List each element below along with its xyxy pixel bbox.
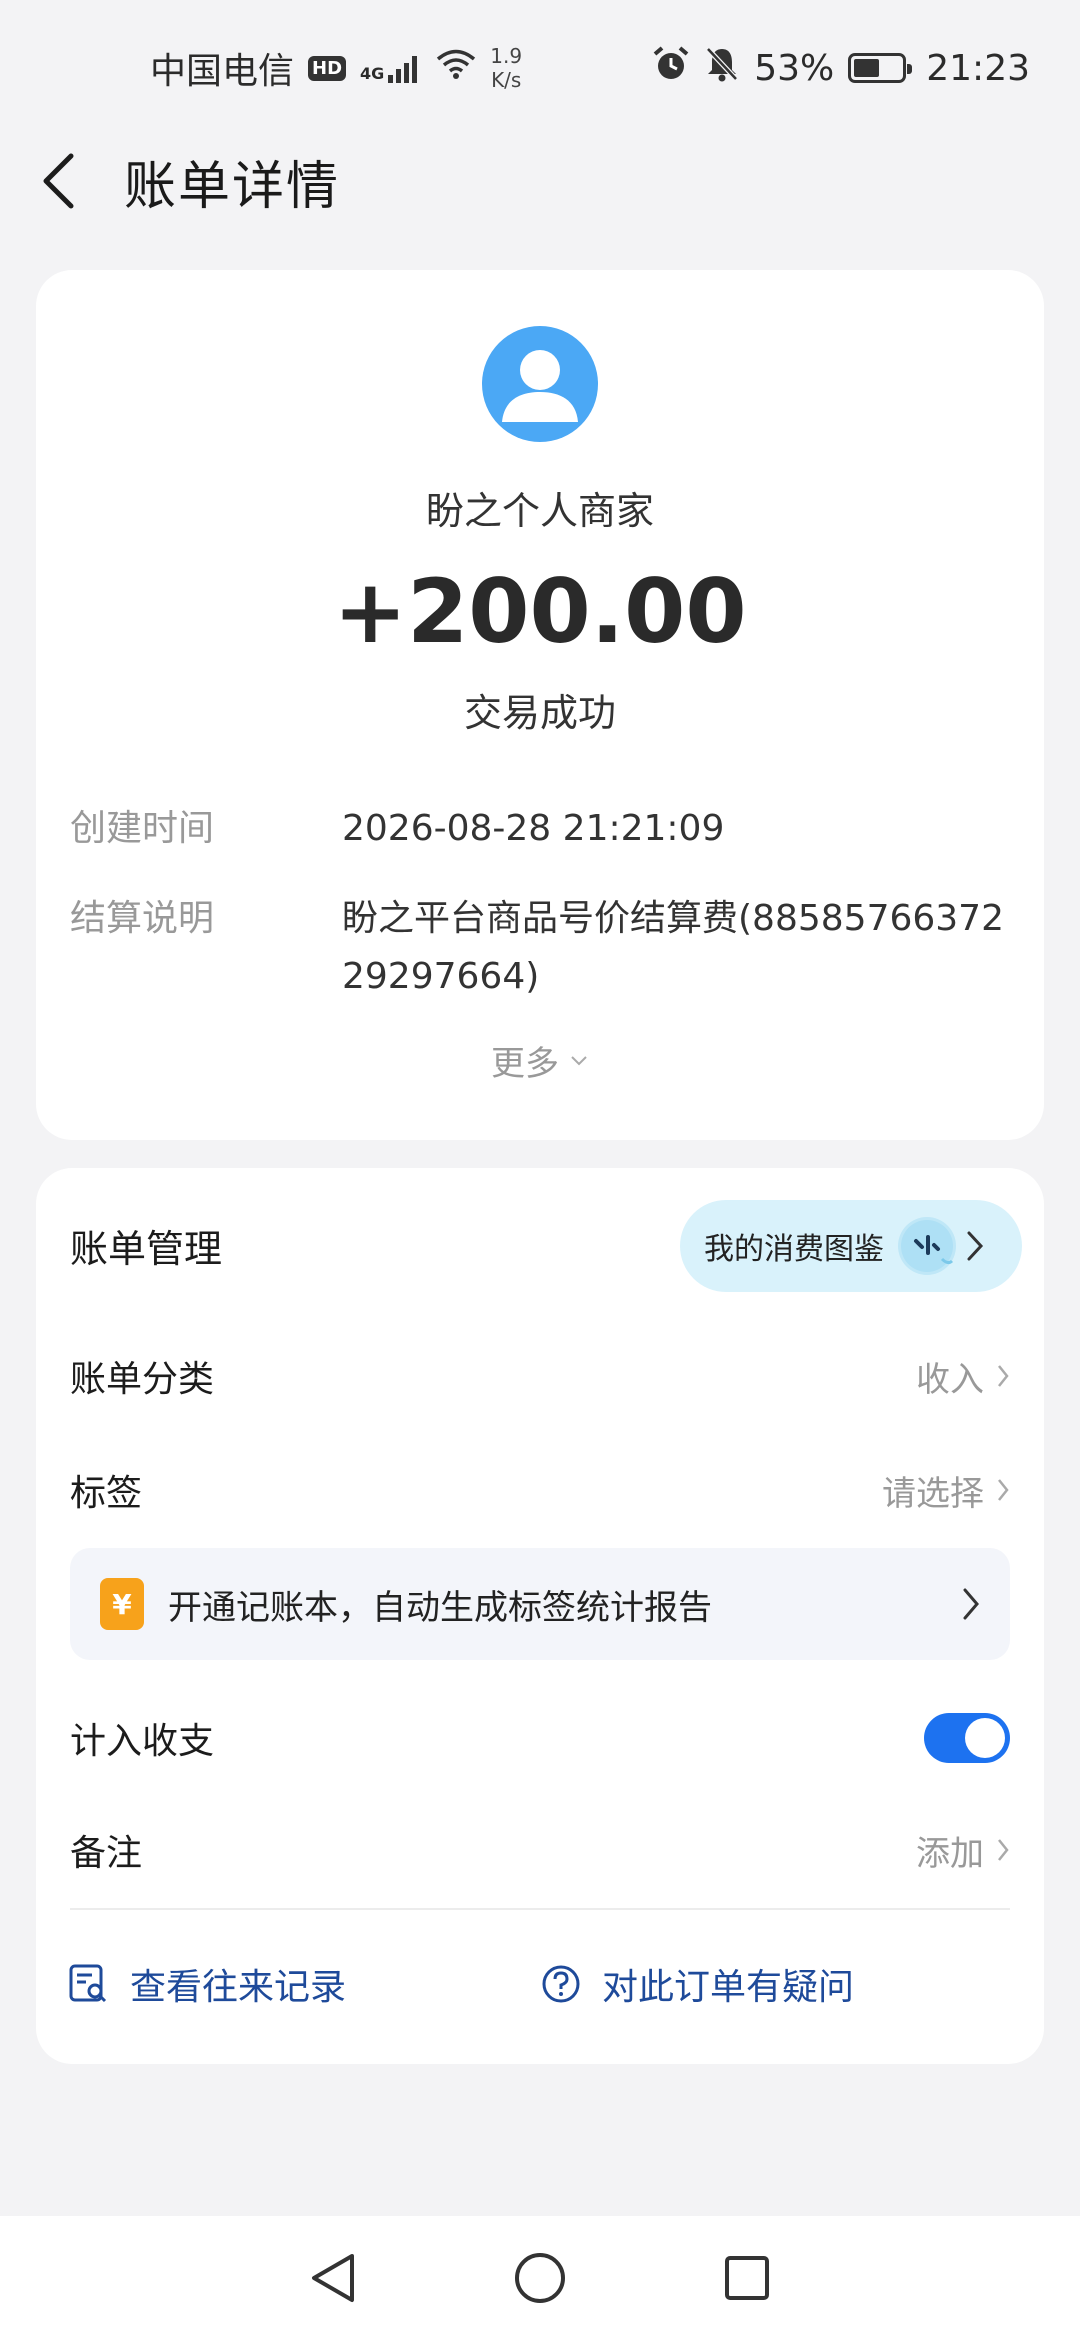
note-value: 添加 xyxy=(916,1833,984,1874)
chevron-right-icon xyxy=(998,1365,1009,1387)
include-in-balance-row: 计入收支 xyxy=(70,1698,1010,1778)
settlement-row: 结算说明 盼之平台商品号价结算费(8858576637229297664) xyxy=(70,890,1020,1006)
status-bar: 中国电信 HD 4G 1.9 K/s 53% 21:23 xyxy=(0,0,1080,136)
chevron-left-icon xyxy=(43,153,74,209)
divider xyxy=(70,1908,1010,1910)
circle-home-icon xyxy=(514,2253,565,2303)
user-icon xyxy=(502,350,578,422)
carrier-label: 中国电信 xyxy=(150,51,295,92)
battery-percent: 53% xyxy=(754,47,835,89)
ledger-ticket-icon: ¥ xyxy=(100,1578,144,1630)
note-label: 备注 xyxy=(70,1833,143,1874)
status-right: 53% 21:23 xyxy=(652,45,1030,92)
tag-row[interactable]: 标签 请选择 xyxy=(70,1450,1010,1530)
settlement-value: 盼之平台商品号价结算费(8858576637229297664) xyxy=(342,898,1004,997)
view-history-link[interactable]: 查看往来记录 xyxy=(68,1944,346,2024)
bill-detail-page: 中国电信 HD 4G 1.9 K/s 53% 21:23 账单详情 盼之个人商家… xyxy=(0,0,1080,2340)
order-question-link[interactable]: 对此订单有疑问 xyxy=(540,1944,854,2024)
note-value-wrap: 添加 xyxy=(916,1826,1010,1875)
toggle-knob xyxy=(965,1718,1005,1758)
header: 账单详情 xyxy=(0,136,1080,226)
include-toggle[interactable] xyxy=(924,1713,1010,1763)
created-time-value: 2026-08-28 21:21:09 xyxy=(342,808,725,849)
gallery-label: 我的消费图鉴 xyxy=(704,1232,884,1267)
ledger-promo-banner[interactable]: ¥ 开通记账本，自动生成标签统计报告 xyxy=(70,1548,1010,1660)
settlement-label: 结算说明 xyxy=(70,898,215,939)
transaction-status: 交易成功 xyxy=(463,691,616,735)
bill-category-row[interactable]: 账单分类 收入 xyxy=(70,1336,1010,1416)
nav-home-button[interactable] xyxy=(500,2238,580,2318)
chevron-right-icon xyxy=(998,1479,1009,1501)
chevron-right-icon xyxy=(966,1230,984,1262)
clock: 21:23 xyxy=(926,47,1030,89)
more-label: 更多 xyxy=(491,1044,559,1084)
tag-label: 标签 xyxy=(70,1473,143,1514)
wifi-icon xyxy=(436,48,476,89)
mute-bell-icon xyxy=(704,45,740,92)
speed-unit: K/s xyxy=(491,68,522,92)
back-button[interactable] xyxy=(36,151,80,211)
include-label: 计入收支 xyxy=(70,1721,215,1762)
merchant-name: 盼之个人商家 xyxy=(425,489,654,533)
transaction-amount: +200.00 xyxy=(333,560,747,663)
nav-recents-button[interactable] xyxy=(707,2238,787,2318)
created-time-row: 创建时间 2026-08-28 21:21:09 xyxy=(70,800,1020,858)
bill-category-label: 账单分类 xyxy=(70,1359,215,1400)
battery-icon xyxy=(848,53,913,83)
section-title: 账单管理 xyxy=(70,1227,223,1271)
alarm-icon xyxy=(652,45,690,92)
record-search-icon xyxy=(69,1964,107,2003)
page-title: 账单详情 xyxy=(124,156,341,217)
chevron-down-icon xyxy=(571,1055,587,1065)
network-speed: 1.9 K/s xyxy=(490,44,522,92)
chevron-right-icon xyxy=(963,1588,979,1620)
nav-back-button[interactable] xyxy=(293,2238,373,2318)
system-nav-bar xyxy=(0,2216,1080,2340)
chevron-right-icon xyxy=(998,1839,1009,1861)
status-left: 中国电信 HD 4G 1.9 K/s xyxy=(150,42,522,94)
consumption-gallery-button[interactable]: 我的消费图鉴 xyxy=(680,1200,1022,1292)
merchant-avatar xyxy=(482,326,598,442)
bill-management-card: 账单管理 我的消费图鉴 账单分类 收入 标签 请选择 ¥ 开通记账本，自动生成标… xyxy=(36,1168,1044,2064)
speed-value: 1.9 xyxy=(490,44,523,68)
view-history-label: 查看往来记录 xyxy=(130,1967,347,2008)
hd-badge: HD xyxy=(308,55,347,81)
bill-summary-card: 盼之个人商家 +200.00 交易成功 创建时间 2026-08-28 21:2… xyxy=(36,270,1044,1140)
network-type: 4G xyxy=(360,64,385,83)
battery-fill xyxy=(854,59,879,77)
signal-icon: 4G xyxy=(360,53,422,83)
tag-value: 请选择 xyxy=(882,1473,984,1514)
square-recents-icon xyxy=(724,2256,769,2300)
tag-value-wrap: 请选择 xyxy=(882,1466,1010,1515)
bill-category-value: 收入 xyxy=(916,1359,984,1400)
question-circle-icon xyxy=(542,1965,580,2003)
more-button[interactable]: 更多 xyxy=(36,1036,1044,1085)
order-question-label: 对此订单有疑问 xyxy=(602,1967,855,2008)
bill-category-value-wrap: 收入 xyxy=(916,1352,1010,1401)
mascot-icon xyxy=(898,1217,956,1275)
note-row[interactable]: 备注 添加 xyxy=(70,1810,1010,1890)
promo-text: 开通记账本，自动生成标签统计报告 xyxy=(168,1587,712,1628)
triangle-back-icon xyxy=(312,2254,355,2302)
created-time-label: 创建时间 xyxy=(70,808,215,849)
